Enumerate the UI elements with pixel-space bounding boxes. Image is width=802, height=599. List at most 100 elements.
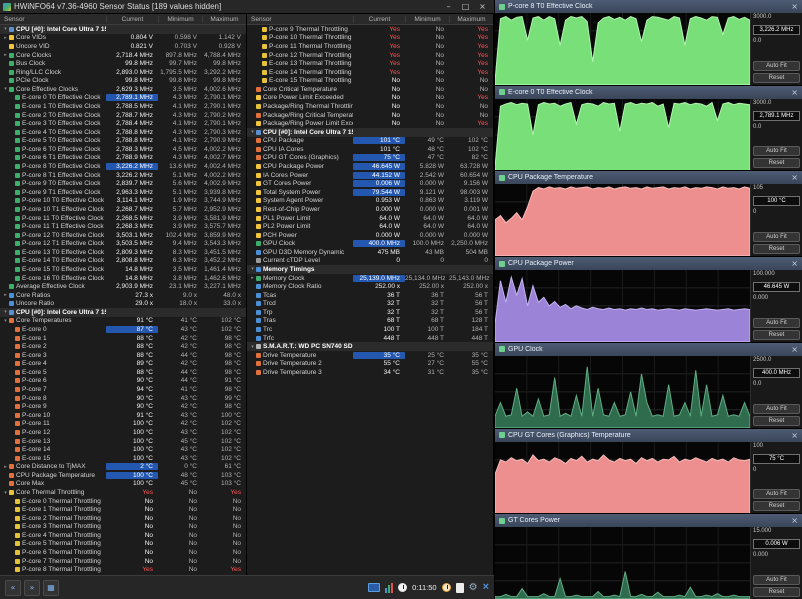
sensor-row[interactable]: CPU Package Power46.645 W5.828 W63.728 W [247,162,493,171]
sensor-row[interactable]: P-core 7 Thermal ThrottlingNoNoNo [0,557,246,566]
sensor-row[interactable]: P-core 10 Thermal ThrottlingYesNoYes [247,34,493,43]
sensor-row[interactable]: PCIe Clock99.8 MHz99.8 MHz99.8 MHz [0,76,246,85]
reset-button[interactable]: Reset [753,416,800,426]
sensor-row[interactable]: E-core 2 T0 Effective Clock2,788.7 MHz4.… [0,111,246,120]
sensor-row[interactable]: P-core 6 T0 Effective Clock2,788.3 MHz4.… [0,145,246,154]
expander-icon[interactable]: ▾ [2,86,9,92]
expander-icon[interactable]: ▸ [2,464,9,470]
sensor-row[interactable]: ▾Core Effective Clocks2,629.3 MHz3.5 MHz… [0,85,246,94]
autofit-button[interactable]: Auto Fit [753,146,800,156]
alarm-clock-icon[interactable] [442,583,451,592]
maximize-button[interactable]: □ [457,0,474,14]
sensor-row[interactable]: P-core 6 Thermal ThrottlingNoNoNo [0,548,246,557]
sensor-row[interactable]: E-core 1 Thermal ThrottlingNoNoNo [0,505,246,514]
sensor-row[interactable]: E-core 1 T0 Effective Clock2,788.5 MHz4.… [0,102,246,111]
sensor-row[interactable]: E-core 4 Thermal ThrottlingNoNoNo [0,531,246,540]
sensor-row[interactable]: ▸Core Clocks2,718.4 MHz897.8 MHz4,788.4 … [0,51,246,60]
graph-titlebar[interactable]: E-core 0 T0 Effective Clock × [495,86,802,99]
sensor-row[interactable]: P-core 690 °C44 °C91 °C [0,377,246,386]
sensor-row[interactable]: CPU IA Cores101 °C48 °C102 °C [247,145,493,154]
graph-close-icon[interactable]: × [791,2,798,11]
sensor-row[interactable]: ▸Core VIDs0.804 V0.598 V1.142 V [0,34,246,43]
sensor-row[interactable]: E-core 087 °C43 °C102 °C [0,325,246,334]
graph-close-icon[interactable]: × [791,431,798,440]
section-row[interactable]: ▾CPU [#0]: Intel Core Ultra 7 155H [0,25,246,34]
sensor-row[interactable]: IA Cores Power44.152 W2.542 W60.654 W [247,171,493,180]
sensor-row[interactable]: E-core 3 T0 Effective Clock2,788.4 MHz4.… [0,119,246,128]
sensor-row[interactable]: Current cTDP Level000 [247,257,493,266]
settings-gear-icon[interactable]: ⚙ [469,583,478,593]
graph-titlebar[interactable]: GT Cores Power × [495,514,802,527]
graph-titlebar[interactable]: GPU Clock × [495,343,802,356]
graph-titlebar[interactable]: CPU Package Temperature × [495,171,802,184]
expander-icon[interactable]: ▸ [2,52,9,58]
autofit-button[interactable]: Auto Fit [753,61,800,71]
sensor-row[interactable]: Memory Clock Ratio252.00 x252.00 x252.00… [247,282,493,291]
sensor-row[interactable]: E-core 13100 °C45 °C102 °C [0,437,246,446]
column-header-current[interactable]: Current [106,16,158,23]
graph-titlebar[interactable]: P-core 8 T0 Effective Clock × [495,0,802,13]
column-header-maximum[interactable]: Maximum [202,16,246,23]
sensor-row[interactable]: E-core 5 T0 Effective Clock2,788.8 MHz4.… [0,137,246,146]
monitor-icon[interactable] [368,583,380,592]
graph-close-icon[interactable]: × [791,516,798,525]
sensor-row[interactable]: Package/Ring Critical TemperatureNoNoNo [247,111,493,120]
graph-close-icon[interactable]: × [791,259,798,268]
expander-icon[interactable]: ▾ [2,26,9,32]
reset-button[interactable]: Reset [753,330,800,340]
section-row[interactable]: ▾S.M.A.R.T.: WD PC SN740 SDDQNQD-1T00... [247,342,493,351]
reset-button[interactable]: Reset [753,587,800,597]
sensor-row[interactable]: Trcd32 T32 T56 T [247,300,493,309]
sensor-row[interactable]: Package/Ring Power Limit ExceededNoNoYes [247,119,493,128]
section-row[interactable]: ▾CPU [#0]: Intel Core Ultra 7 155H: DTS [0,308,246,317]
sensor-row[interactable]: Average Effective Clock2,903.9 MHz23.1 M… [0,282,246,291]
sensor-row[interactable]: E-core 14 T0 Effective Clock2,808.8 MHz6… [0,257,246,266]
expander-icon[interactable]: ▸ [2,292,9,298]
sensor-row[interactable]: P-core 12 Thermal ThrottlingYesNoYes [247,51,493,60]
sensor-row[interactable]: CPU Package Temperature100 °C48 °C103 °C [0,471,246,480]
sensor-row[interactable]: E-core 5 Thermal ThrottlingNoNoNo [0,540,246,549]
sensor-row[interactable]: E-core 16 T0 Effective Clock14.8 MHz3.8 … [0,274,246,283]
expander-icon[interactable]: ▾ [249,129,256,135]
sensor-row[interactable]: Uncore Ratio29.0 x18.0 x33.0 x [0,300,246,309]
sensor-row[interactable]: Trc100 T100 T184 T [247,325,493,334]
sensor-row[interactable]: Ring/LLC Clock2,893.0 MHz1,795.5 MHz3,29… [0,68,246,77]
sensor-row[interactable]: Rest-of-Chip Power0.000 W0.000 W0.001 W [247,205,493,214]
sensor-row[interactable]: GPU D3D Memory Dynamic475 MB43 MB504 MB [247,248,493,257]
autofit-button[interactable]: Auto Fit [753,404,800,414]
sensor-row[interactable]: E-core 2 Thermal ThrottlingNoNoNo [0,514,246,523]
sensor-row[interactable]: ▾Core Temperatures91 °C41 °C102 °C [0,317,246,326]
sensor-row[interactable]: E-core 15100 °C43 °C102 °C [0,454,246,463]
autofit-button[interactable]: Auto Fit [753,232,800,242]
sensor-row[interactable]: ▸Memory Clock25,139.0 MHz25,134.0 MHz25,… [247,274,493,283]
sensor-row[interactable]: Drive Temperature35 °C25 °C35 °C [247,351,493,360]
sensor-row[interactable]: P-core 8 T1 Effective Clock3,226.2 MHz5.… [0,171,246,180]
sensor-row[interactable]: PL1 Power Limit64.0 W64.0 W64.0 W [247,214,493,223]
sensor-row[interactable]: PL2 Power Limit64.0 W64.0 W64.0 W [247,222,493,231]
autofit-button[interactable]: Auto Fit [753,489,800,499]
expander-icon[interactable]: ▾ [2,309,9,315]
sensor-row[interactable]: P-core 6 T1 Effective Clock2,788.9 MHz4.… [0,154,246,163]
sensor-row[interactable]: Trfc448 T448 T448 T [247,334,493,343]
sensor-row[interactable]: E-core 3 Thermal ThrottlingNoNoNo [0,523,246,532]
chart-icon[interactable] [385,583,393,593]
sensor-row[interactable]: E-core 15 Thermal ThrottlingNoNoNo [247,76,493,85]
sensor-row[interactable]: CPU Package101 °C49 °C102 °C [247,137,493,146]
sensor-row[interactable]: P-core 12100 °C43 °C102 °C [0,428,246,437]
sensor-row[interactable]: P-core 10 T0 Effective Clock3,114.1 MHz1… [0,197,246,206]
expander-icon[interactable]: ▾ [249,266,256,272]
expander-icon[interactable]: ▾ [2,490,9,496]
sensor-row[interactable]: Tcas36 T36 T56 T [247,291,493,300]
sensor-row[interactable]: E-core 4 T0 Effective Clock2,788.8 MHz4.… [0,128,246,137]
clock-icon[interactable] [398,583,407,592]
sensor-row[interactable]: PCH Power0.000 W0.000 W0.000 W [247,231,493,240]
reset-button[interactable]: Reset [753,501,800,511]
sensor-row[interactable]: GT Cores Power0.006 W0.000 W9.156 W [247,179,493,188]
section-row[interactable]: ▾CPU [#0]: Intel Core Ultra 7 155H: Enha… [247,128,493,137]
graph-close-icon[interactable]: × [791,88,798,97]
column-header-current[interactable]: Current [353,16,405,23]
sensor-row[interactable]: ▸Core Distance to TjMAX2 °C0 °C61 °C [0,462,246,471]
sensor-row[interactable]: Uncore VID0.821 V0.703 V0.928 V [0,42,246,51]
sensor-row[interactable]: P-core 11 T0 Effective Clock2,268.5 MHz3… [0,214,246,223]
sensor-row[interactable]: Package/Ring Thermal ThrottlingNoNoNo [247,102,493,111]
